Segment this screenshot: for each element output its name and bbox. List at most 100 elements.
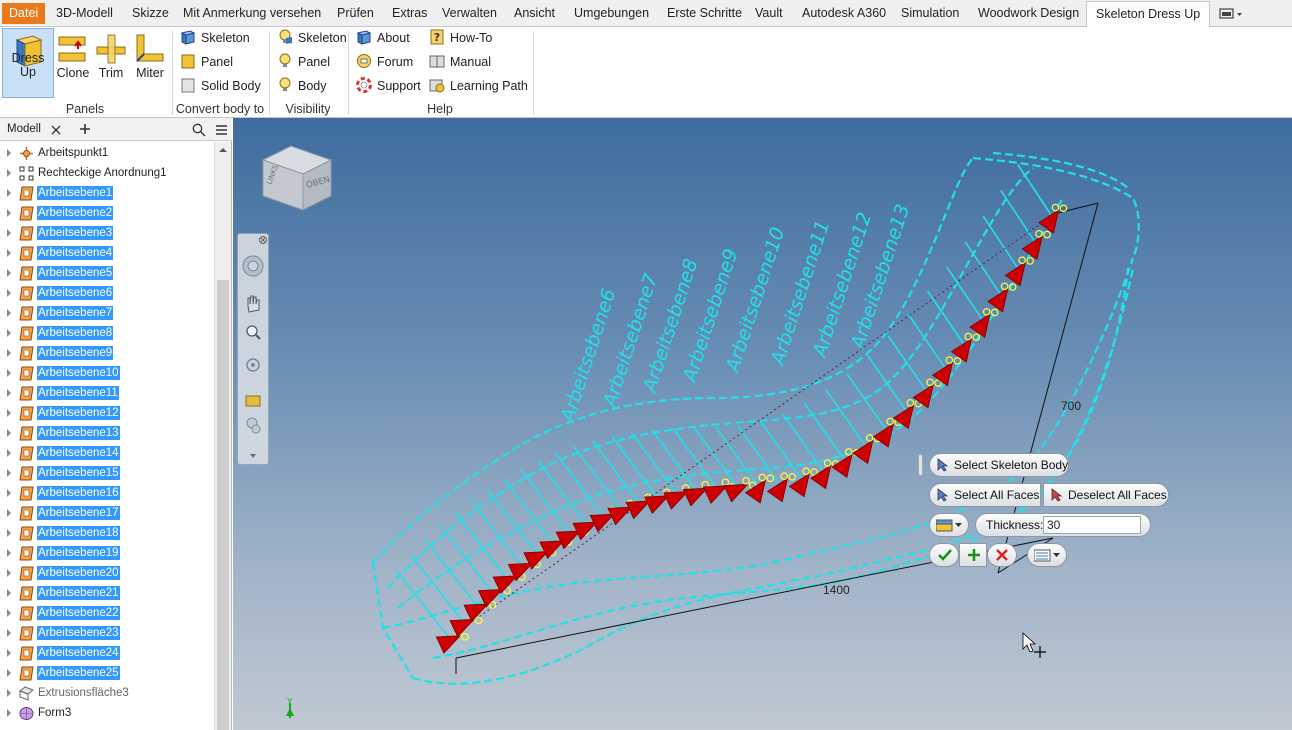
- tree-item[interactable]: Arbeitsebene23: [0, 623, 214, 643]
- expand-arrow-icon[interactable]: [7, 709, 11, 717]
- expand-arrow-icon[interactable]: [7, 629, 11, 637]
- add-tab-icon[interactable]: [79, 123, 91, 135]
- tree-item[interactable]: Arbeitsebene2: [0, 203, 214, 223]
- how-to-button[interactable]: ? How-To: [429, 28, 492, 48]
- expand-arrow-icon[interactable]: [7, 689, 11, 697]
- tab-autodesk-a360[interactable]: Autodesk A360: [802, 3, 886, 27]
- close-icon[interactable]: [51, 125, 61, 135]
- select-skeleton-body-button[interactable]: Select Skeleton Body: [929, 453, 1069, 477]
- viewcube[interactable]: OBEN LINKS: [261, 145, 333, 211]
- learning-path-button[interactable]: Learning Path: [429, 76, 528, 96]
- expand-arrow-icon[interactable]: [7, 349, 11, 357]
- expand-arrow-icon[interactable]: [7, 149, 11, 157]
- menu-icon[interactable]: [215, 124, 228, 136]
- tree-item[interactable]: Arbeitsebene14: [0, 443, 214, 463]
- tree-item[interactable]: Arbeitsebene12: [0, 403, 214, 423]
- tree-item[interactable]: Arbeitsebene24: [0, 643, 214, 663]
- convert-panel-button[interactable]: Panel: [180, 52, 233, 72]
- clone-button[interactable]: Clone: [55, 28, 91, 98]
- tab-pruefen[interactable]: Prüfen: [337, 3, 374, 27]
- visibility-panel-button[interactable]: Panel: [277, 52, 330, 72]
- forum-button[interactable]: Forum: [356, 52, 413, 72]
- zoom-icon[interactable]: [246, 325, 261, 340]
- tab-extras[interactable]: Extras: [392, 3, 427, 27]
- expand-arrow-icon[interactable]: [7, 569, 11, 577]
- support-button[interactable]: Support: [356, 76, 421, 96]
- expand-arrow-icon[interactable]: [7, 609, 11, 617]
- tree-item[interactable]: Arbeitsebene11: [0, 383, 214, 403]
- manual-button[interactable]: Manual: [429, 52, 491, 72]
- dress-up-button[interactable]: Dress Up: [2, 28, 54, 98]
- expand-arrow-icon[interactable]: [7, 489, 11, 497]
- look-at-icon[interactable]: [245, 395, 261, 407]
- panel-options-icon[interactable]: [1218, 7, 1244, 21]
- options-dropdown[interactable]: [1027, 543, 1067, 567]
- minitoolbar-grip[interactable]: [918, 454, 923, 476]
- tree-item[interactable]: Arbeitspunkt1: [0, 143, 214, 163]
- scroll-up-icon[interactable]: [218, 147, 228, 153]
- miter-button[interactable]: Miter: [131, 28, 169, 98]
- tree-item[interactable]: Arbeitsebene25: [0, 663, 214, 683]
- expand-arrow-icon[interactable]: [7, 469, 11, 477]
- expand-arrow-icon[interactable]: [7, 429, 11, 437]
- tree-item[interactable]: Form3: [0, 703, 214, 723]
- convert-solid-body-button[interactable]: Solid Body: [180, 76, 261, 96]
- scrollbar-thumb[interactable]: [217, 280, 229, 730]
- expand-arrow-icon[interactable]: [7, 449, 11, 457]
- trim-button[interactable]: Trim: [92, 28, 130, 98]
- visibility-skeleton-button[interactable]: Skeleton: [277, 28, 347, 48]
- expand-arrow-icon[interactable]: [7, 589, 11, 597]
- apply-button[interactable]: [959, 543, 987, 567]
- convert-skeleton-button[interactable]: Skeleton: [180, 28, 250, 48]
- tree-item[interactable]: Arbeitsebene5: [0, 263, 214, 283]
- steering-wheel-icon[interactable]: [242, 255, 264, 277]
- tree-item[interactable]: Arbeitsebene13: [0, 423, 214, 443]
- panel-style-dropdown[interactable]: [929, 513, 969, 537]
- tree-item[interactable]: Extrusionsfläche3: [0, 683, 214, 703]
- tree-item[interactable]: Arbeitsebene4: [0, 243, 214, 263]
- tree-item[interactable]: Arbeitsebene18: [0, 523, 214, 543]
- search-icon[interactable]: [192, 123, 206, 137]
- view-face-icon[interactable]: [246, 417, 261, 434]
- tree-item[interactable]: Arbeitsebene9: [0, 343, 214, 363]
- tab-erste-schritte[interactable]: Erste Schritte: [667, 3, 742, 27]
- tree-item[interactable]: Arbeitsebene8: [0, 323, 214, 343]
- expand-arrow-icon[interactable]: [7, 669, 11, 677]
- tab-3d-modell[interactable]: 3D-Modell: [56, 3, 113, 27]
- tree-item[interactable]: Arbeitsebene19: [0, 543, 214, 563]
- ok-button[interactable]: [929, 543, 959, 567]
- tab-skeleton-dress-up[interactable]: Skeleton Dress Up: [1086, 1, 1211, 28]
- dimension-700[interactable]: 700: [1061, 399, 1081, 413]
- tab-vault[interactable]: Vault: [755, 3, 783, 27]
- thickness-input[interactable]: 30: [1043, 516, 1141, 534]
- pan-icon[interactable]: [247, 295, 260, 313]
- orbit-icon[interactable]: [246, 358, 260, 372]
- tree-item[interactable]: Arbeitsebene1: [0, 183, 214, 203]
- expand-arrow-icon[interactable]: [7, 189, 11, 197]
- tab-woodwork-design[interactable]: Woodwork Design: [978, 3, 1079, 27]
- tree-item[interactable]: Arbeitsebene7: [0, 303, 214, 323]
- tab-ansicht[interactable]: Ansicht: [514, 3, 555, 27]
- tree-item[interactable]: Arbeitsebene6: [0, 283, 214, 303]
- expand-arrow-icon[interactable]: [7, 389, 11, 397]
- tree-item[interactable]: Arbeitsebene16: [0, 483, 214, 503]
- tab-mit-anmerkung[interactable]: Mit Anmerkung versehen: [183, 3, 321, 27]
- tree-item[interactable]: Arbeitsebene3: [0, 223, 214, 243]
- tab-simulation[interactable]: Simulation: [901, 3, 959, 27]
- visibility-body-button[interactable]: Body: [277, 76, 327, 96]
- expand-arrow-icon[interactable]: [7, 169, 11, 177]
- expand-arrow-icon[interactable]: [7, 509, 11, 517]
- expand-arrow-icon[interactable]: [7, 409, 11, 417]
- about-button[interactable]: About: [356, 28, 410, 48]
- dimension-1400[interactable]: 1400: [823, 583, 850, 597]
- tab-umgebungen[interactable]: Umgebungen: [574, 3, 649, 27]
- face-direction-arrows[interactable]: [435, 199, 1070, 654]
- expand-arrow-icon[interactable]: [7, 649, 11, 657]
- navbar-options-icon[interactable]: [250, 454, 256, 458]
- expand-arrow-icon[interactable]: [7, 229, 11, 237]
- tree-item[interactable]: Arbeitsebene21: [0, 583, 214, 603]
- tab-datei[interactable]: Datei: [2, 3, 46, 24]
- expand-arrow-icon[interactable]: [7, 309, 11, 317]
- deselect-all-faces-button[interactable]: Deselect All Faces: [1043, 483, 1169, 507]
- select-all-faces-button[interactable]: Select All Faces: [929, 483, 1041, 507]
